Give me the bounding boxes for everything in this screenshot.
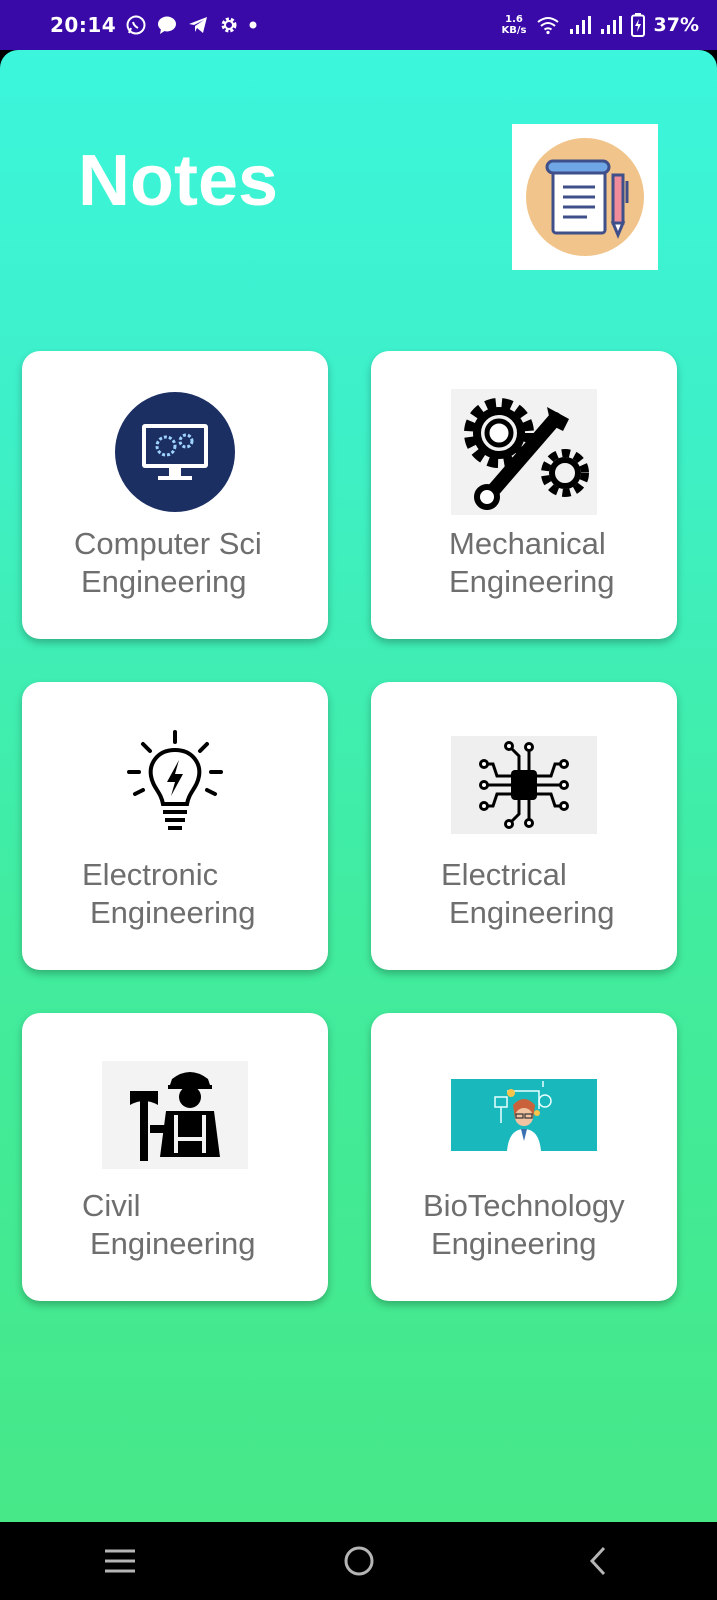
card-civil[interactable]: Civil Engineering <box>22 1013 328 1301</box>
card-label-line2: Engineering <box>449 895 615 930</box>
home-icon[interactable] <box>329 1531 389 1591</box>
network-speed-value: 1.6 <box>505 14 523 25</box>
card-label-line2: Engineering <box>90 1226 256 1261</box>
status-bar-left: 20:14 <box>50 13 257 37</box>
card-label: Civil Engineering <box>82 1187 255 1263</box>
dot-icon <box>249 21 257 29</box>
card-label-line1: Civil <box>82 1188 141 1223</box>
lightbulb-icon <box>125 730 225 836</box>
back-icon[interactable] <box>568 1531 628 1591</box>
construction-worker-icon <box>102 1061 248 1169</box>
navigation-bar <box>0 1522 717 1600</box>
network-speed: 1.6 KB/s <box>502 14 527 36</box>
status-time: 20:14 <box>50 13 117 37</box>
card-label-line1: Electronic <box>82 857 219 892</box>
battery-charging-icon <box>630 13 645 37</box>
card-label: Mechanical Engineering <box>449 525 614 601</box>
card-label-line1: Electrical <box>441 857 567 892</box>
card-label-line2: Engineering <box>90 895 256 930</box>
card-label-line2: Engineering <box>431 1226 597 1261</box>
card-electrical[interactable]: Electrical Engineering <box>371 682 677 970</box>
card-computer-science[interactable]: Computer Sci Engineering <box>22 351 328 639</box>
page-title: Notes <box>78 141 279 221</box>
menu-icon[interactable] <box>90 1531 150 1591</box>
status-bar-right: 1.6 KB/s 37% <box>502 13 699 37</box>
gear-wrench-icon <box>451 389 597 515</box>
app-content: Notes Computer Sci Engineering Mechanica… <box>0 50 717 1522</box>
wifi-icon <box>536 15 560 35</box>
settings-gear-icon <box>218 14 240 36</box>
signal-icon <box>569 15 591 35</box>
status-bar: 20:14 1.6 KB/s 37% <box>0 0 717 50</box>
scientist-icon <box>451 1079 597 1151</box>
telegram-icon <box>187 14 209 36</box>
card-label-line2: Engineering <box>449 564 615 599</box>
card-label: Computer Sci Engineering <box>74 525 262 601</box>
card-label: Electronic Engineering <box>82 856 255 932</box>
battery-percent: 37% <box>653 14 699 36</box>
notepad-pen-icon <box>512 124 658 270</box>
card-label-line1: Computer Sci <box>74 526 262 561</box>
card-label-line1: BioTechnology <box>423 1188 625 1223</box>
card-biotechnology[interactable]: BioTechnology Engineering <box>371 1013 677 1301</box>
card-label-line1: Mechanical <box>449 526 606 561</box>
card-label: BioTechnology Engineering <box>423 1187 625 1263</box>
computer-monitor-gears-icon <box>114 391 236 513</box>
card-label-line2: Engineering <box>81 564 247 599</box>
network-speed-unit: KB/s <box>501 25 527 36</box>
signal-icon <box>600 15 622 35</box>
card-electronic[interactable]: Electronic Engineering <box>22 682 328 970</box>
circuit-chip-icon <box>451 736 597 834</box>
card-mechanical[interactable]: Mechanical Engineering <box>371 351 677 639</box>
chat-bubble-icon <box>156 14 178 36</box>
card-label: Electrical Engineering <box>441 856 614 932</box>
whatsapp-icon <box>125 14 147 36</box>
